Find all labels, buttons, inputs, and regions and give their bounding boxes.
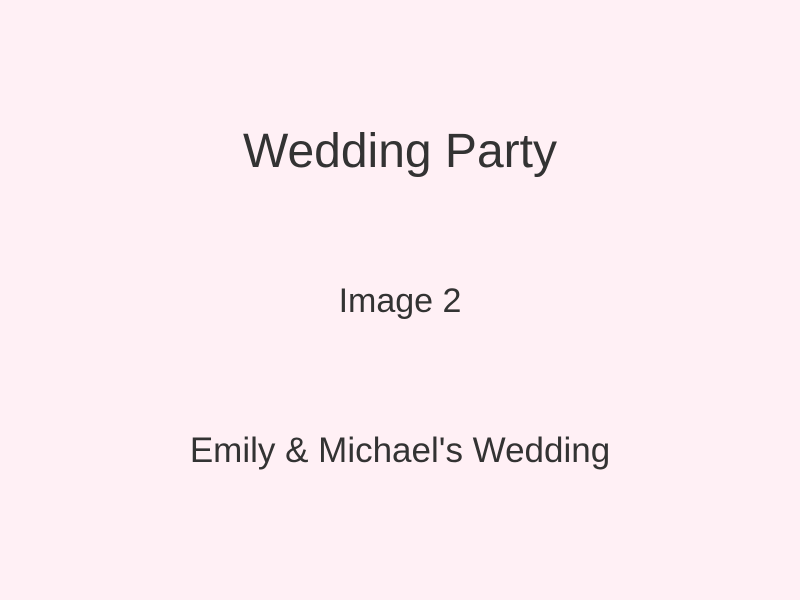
image-placeholder: Wedding Party Image 2 Emily & Michael's … bbox=[0, 0, 800, 600]
image-caption: Emily & Michael's Wedding bbox=[189, 431, 611, 470]
page-title: Wedding Party bbox=[243, 125, 557, 178]
image-label: Image 2 bbox=[338, 282, 462, 320]
